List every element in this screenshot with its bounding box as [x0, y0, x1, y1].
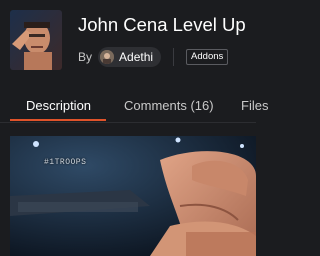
category-tag[interactable]: Addons — [186, 49, 229, 65]
byline-divider — [173, 48, 175, 66]
media-watermark: #1TROOPS — [44, 158, 87, 167]
tab-description[interactable]: Description — [26, 98, 91, 113]
author-chip[interactable]: Adethi — [98, 47, 162, 67]
author-avatar — [100, 50, 115, 64]
avatar-icon — [100, 50, 115, 64]
byline: By Adethi Addons — [78, 47, 229, 67]
mod-title: John Cena Level Up — [78, 14, 246, 35]
media-image — [10, 136, 256, 256]
tabs-divider — [0, 122, 256, 123]
mod-thumbnail[interactable] — [10, 10, 62, 70]
author-name: Adethi — [119, 50, 154, 64]
tab-files[interactable]: Files — [241, 98, 268, 113]
tab-bar: Description Comments (16) Files — [0, 92, 268, 122]
active-tab-indicator — [10, 119, 106, 121]
thumbnail-image — [10, 10, 62, 70]
description-media[interactable]: #1TROOPS — [10, 136, 256, 256]
tab-comments[interactable]: Comments (16) — [124, 98, 214, 113]
mod-header: John Cena Level Up By Adethi Addons — [0, 0, 256, 82]
by-label: By — [78, 50, 93, 64]
